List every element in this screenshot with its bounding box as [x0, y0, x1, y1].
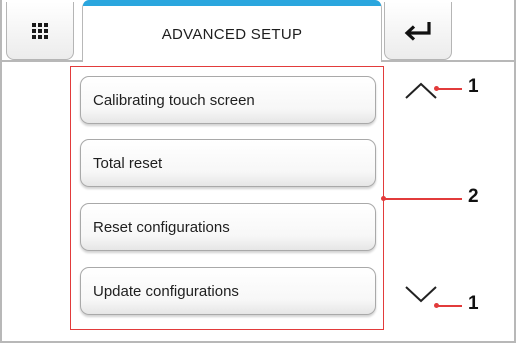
callout-line-scroll-up [436, 88, 462, 90]
callout-line-options [384, 198, 462, 200]
back-button[interactable] [384, 2, 452, 60]
update-configurations-button[interactable]: Update configurations [80, 267, 376, 315]
chevron-up-icon[interactable] [404, 80, 438, 102]
title-accent-bar [83, 0, 381, 6]
return-arrow-icon [404, 21, 431, 41]
menu-button[interactable] [6, 2, 74, 60]
chevron-down-icon[interactable] [404, 283, 438, 305]
title-tab: ADVANCED SETUP [82, 0, 382, 62]
callout-label-scroll-up: 1 [468, 76, 479, 97]
callout-label-scroll-down: 1 [468, 293, 479, 314]
callout-label-options: 2 [468, 186, 479, 207]
page-title: ADVANCED SETUP [161, 26, 303, 43]
grid-menu-icon [32, 22, 48, 39]
total-reset-button[interactable]: Total reset [80, 139, 376, 187]
reset-configurations-button[interactable]: Reset configurations [80, 203, 376, 251]
calibrate-touch-screen-button[interactable]: Calibrating touch screen [80, 76, 376, 124]
callout-line-scroll-down [436, 305, 462, 307]
